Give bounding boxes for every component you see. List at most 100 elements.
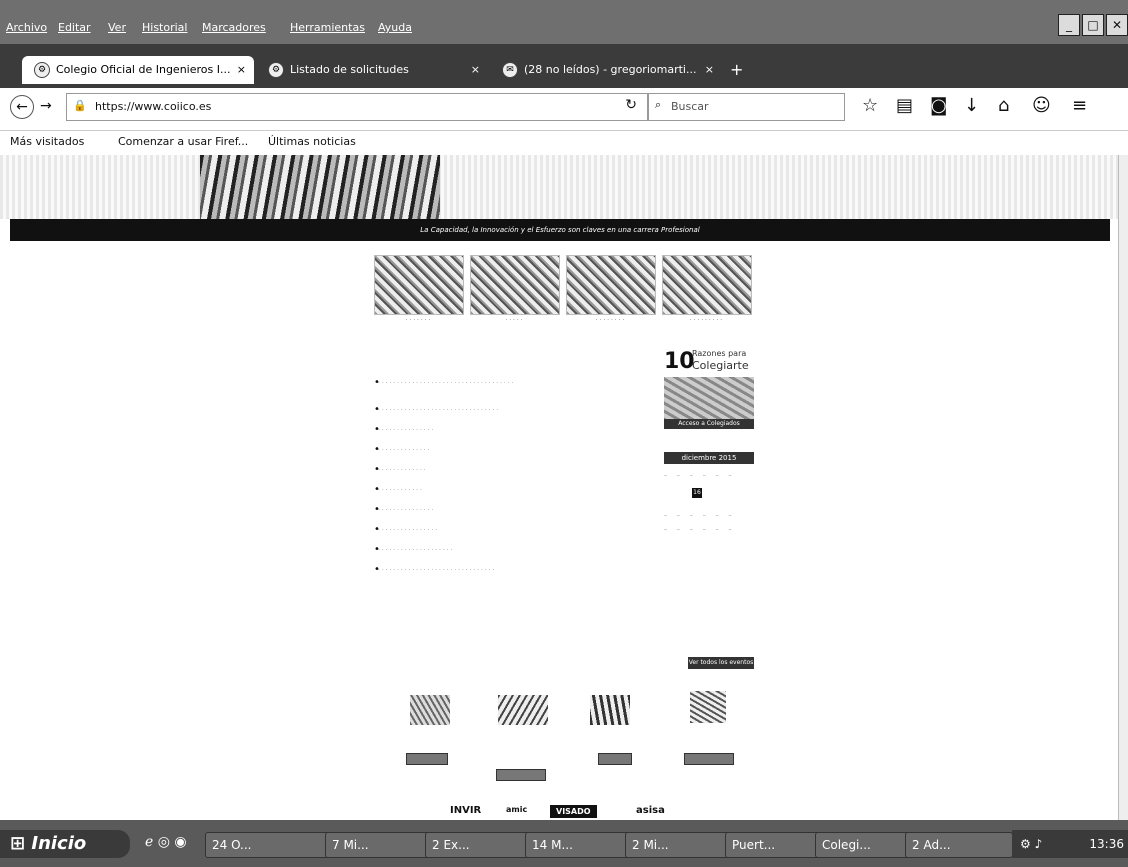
taskbar-item[interactable]: 2 Ex... bbox=[425, 832, 531, 858]
tab-bar: ⚙ Colegio Oficial de Ingenieros I... × ⚙ L… bbox=[0, 44, 1128, 88]
maximize-button[interactable]: □ bbox=[1082, 14, 1104, 36]
header-banner bbox=[0, 155, 1118, 219]
bookmarks-bar: Más visitados Comenzar a usar Firef... Ú… bbox=[0, 131, 1128, 155]
service-button[interactable] bbox=[406, 753, 448, 765]
tab-close-icon[interactable]: × bbox=[237, 56, 246, 84]
reading-list-icon[interactable]: ▤ bbox=[896, 95, 913, 117]
service-button[interactable] bbox=[598, 753, 632, 765]
download-icon[interactable]: ↓ bbox=[964, 95, 979, 117]
calendar-widget: diciembre 2015 16 – – – – – – – – – – – … bbox=[664, 452, 754, 552]
new-tab-button[interactable]: + bbox=[730, 56, 750, 84]
tab-listado[interactable]: ⚙ Listado de solicitudes × bbox=[256, 56, 488, 84]
thumbnail-caption: · · · · · · · bbox=[405, 317, 431, 324]
site-favicon-icon: ⚙ bbox=[268, 62, 284, 78]
tab-title: (28 no leídos) - gregoriomarti... bbox=[524, 63, 697, 76]
tab-close-icon[interactable]: × bbox=[471, 56, 480, 84]
logo-invir[interactable]: INVIR bbox=[450, 805, 481, 816]
minimize-button[interactable]: _ bbox=[1058, 14, 1080, 36]
razones-line1: Razones para bbox=[692, 349, 747, 358]
thumbnail-caption: · · · · · · · · · bbox=[689, 317, 723, 324]
home-icon[interactable]: ⌂ bbox=[998, 95, 1009, 117]
quicklaunch-icon[interactable]: ℯ ◎ ◉ bbox=[145, 834, 187, 850]
calendar-today[interactable]: 16 bbox=[692, 488, 702, 498]
search-icon: ⌕ bbox=[655, 98, 662, 111]
calendar-header: diciembre 2015 bbox=[664, 452, 754, 464]
news-item[interactable]: · · · · · · · · · · · · · · · · bbox=[374, 524, 437, 535]
web-page: La Capacidad, la Innovación y el Esfuerz… bbox=[0, 155, 1118, 820]
banner-tagline: La Capacidad, la Innovación y el Esfuerz… bbox=[10, 219, 1110, 241]
acceso-image[interactable]: Acceso a Colegiados bbox=[664, 377, 754, 429]
news-item[interactable]: · · · · · · · · · · · · · · · · · · · · … bbox=[374, 377, 513, 388]
chat-icon[interactable]: ☺ bbox=[1032, 95, 1051, 117]
section-thumbnail[interactable] bbox=[374, 255, 464, 315]
calendar-days: – – – – – – bbox=[664, 472, 736, 479]
menu-herramientas[interactable]: Herramientas bbox=[290, 21, 365, 34]
tray-icons[interactable]: ⚙ ♪ bbox=[1020, 837, 1042, 851]
url-bar[interactable]: 🔒 https://www.coiico.es ↻ bbox=[66, 93, 648, 121]
menu-historial[interactable]: Historial bbox=[142, 21, 187, 34]
page-scrollbar[interactable] bbox=[1118, 155, 1128, 820]
forward-icon[interactable]: → bbox=[40, 95, 52, 117]
taskbar-item[interactable]: 14 M... bbox=[525, 832, 631, 858]
menu-ayuda[interactable]: Ayuda bbox=[378, 21, 412, 34]
razones-line2[interactable]: Colegiarte bbox=[692, 359, 749, 372]
logo-asisa[interactable]: asisa bbox=[636, 805, 665, 816]
tab-title: Colegio Oficial de Ingenieros I... bbox=[56, 63, 231, 76]
taskbar-item[interactable]: Puert... bbox=[725, 832, 821, 858]
news-item[interactable]: · · · · · · · · · · · · · · bbox=[374, 444, 429, 455]
search-placeholder: Buscar bbox=[671, 100, 709, 113]
news-item[interactable]: · · · · · · · · · · · · · · · · · · · · … bbox=[374, 404, 498, 415]
acceso-label[interactable]: Acceso a Colegiados bbox=[664, 419, 754, 429]
start-label: Inicio bbox=[31, 833, 87, 854]
all-events-button[interactable]: Ver todos los eventos bbox=[688, 657, 754, 669]
service-button[interactable] bbox=[496, 769, 546, 781]
bookmark-mas-visitados[interactable]: Más visitados bbox=[10, 135, 84, 148]
taskbar-item[interactable]: 2 Mi... bbox=[625, 832, 731, 858]
tab-close-icon[interactable]: × bbox=[705, 56, 714, 84]
section-thumbnail[interactable] bbox=[662, 255, 752, 315]
service-icon[interactable] bbox=[410, 695, 450, 725]
clock[interactable]: 13:36 bbox=[1089, 830, 1124, 858]
site-favicon-icon: ⚙ bbox=[34, 62, 50, 78]
service-icon[interactable] bbox=[498, 695, 548, 725]
service-button[interactable] bbox=[684, 753, 734, 765]
taskbar-item[interactable]: 2 Ad... bbox=[905, 832, 1013, 858]
taskbar-item[interactable]: 7 Mi... bbox=[325, 832, 431, 858]
pocket-icon[interactable]: ◙ bbox=[930, 95, 947, 117]
taskbar-item[interactable]: Colegi... bbox=[815, 832, 911, 858]
calendar-days: – – – – – – bbox=[664, 526, 736, 533]
news-item[interactable]: · · · · · · · · · · · · · · · · · · · · … bbox=[374, 564, 494, 575]
system-tray: ⚙ ♪ 13:36 bbox=[1012, 830, 1128, 858]
bookmark-star-icon[interactable]: ☆ bbox=[862, 95, 878, 117]
logo-visado[interactable]: VISADO bbox=[550, 805, 597, 818]
navigation-bar: ← → 🔒 https://www.coiico.es ↻ ⌕ Buscar ☆… bbox=[0, 88, 1128, 131]
close-window-button[interactable]: ✕ bbox=[1106, 14, 1128, 36]
logo-amic[interactable]: amic bbox=[506, 805, 527, 814]
menu-bar: Archivo Editar Ver Historial Marcadores … bbox=[0, 0, 1128, 44]
section-thumbnail[interactable] bbox=[566, 255, 656, 315]
menu-marcadores[interactable]: Marcadores bbox=[202, 21, 266, 34]
search-input[interactable]: ⌕ Buscar bbox=[648, 93, 845, 121]
news-item[interactable]: · · · · · · · · · · · · · · · bbox=[374, 424, 433, 435]
menu-hamburger-icon[interactable]: ≡ bbox=[1072, 95, 1087, 117]
lock-icon: 🔒 bbox=[73, 99, 87, 112]
tab-mail[interactable]: ✉ (28 no leídos) - gregoriomarti... × bbox=[490, 56, 722, 84]
razones-number: 10 bbox=[664, 349, 695, 374]
menu-ver[interactable]: Ver bbox=[108, 21, 126, 34]
service-icon[interactable] bbox=[590, 695, 630, 725]
taskbar-item[interactable]: 24 O... bbox=[205, 832, 331, 858]
back-icon[interactable]: ← bbox=[10, 95, 34, 119]
news-item[interactable]: · · · · · · · · · · · · · bbox=[374, 464, 426, 475]
menu-archivo[interactable]: Archivo bbox=[6, 21, 47, 34]
menu-editar[interactable]: Editar bbox=[58, 21, 91, 34]
news-item[interactable]: · · · · · · · · · · · · bbox=[374, 484, 422, 495]
reload-icon[interactable]: ↻ bbox=[625, 97, 637, 113]
news-item[interactable]: · · · · · · · · · · · · · · · bbox=[374, 504, 433, 515]
news-item[interactable]: · · · · · · · · · · · · · · · · · · · · bbox=[374, 544, 452, 555]
section-thumbnail[interactable] bbox=[470, 255, 560, 315]
bookmark-ultimas-noticias[interactable]: Últimas noticias bbox=[268, 135, 356, 148]
search-magnifier-icon[interactable] bbox=[690, 691, 726, 723]
tab-colegio[interactable]: ⚙ Colegio Oficial de Ingenieros I... × bbox=[22, 56, 254, 84]
start-button[interactable]: ⊞ Inicio bbox=[0, 830, 130, 858]
bookmark-comenzar[interactable]: Comenzar a usar Firef... bbox=[118, 135, 248, 148]
